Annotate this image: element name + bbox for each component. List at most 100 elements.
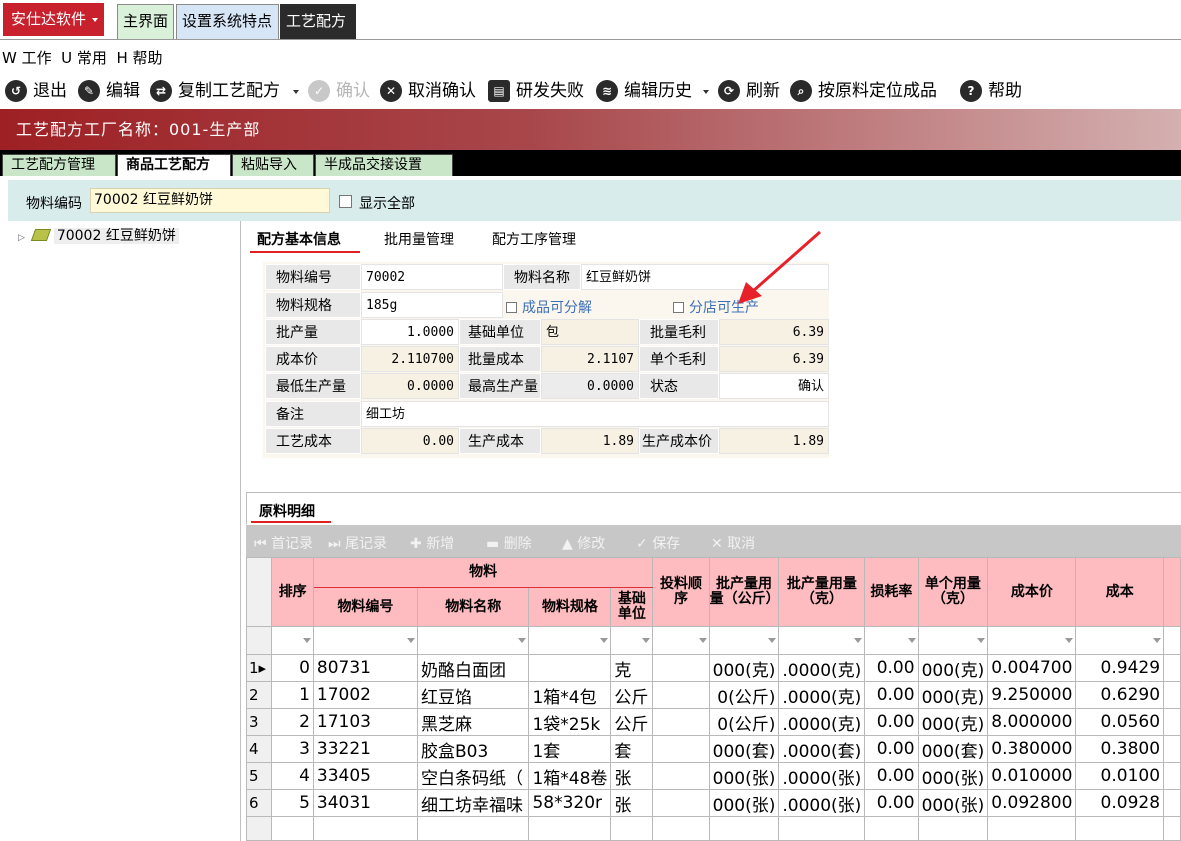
cost-cell[interactable]: 0.0560 <box>1075 708 1165 736</box>
loss-cell[interactable]: 0.00 <box>864 762 919 790</box>
table-row[interactable]: 4 3 33221 胶盒B03 1套套 000(套) .0000(套) 0.00 000(套) 0… <box>245 735 1181 763</box>
cost-price-field[interactable]: 2.110700 <box>361 346 459 372</box>
batch-kg-cell[interactable]: 000(张) <box>708 789 780 817</box>
order-cell[interactable] <box>652 735 710 763</box>
order-cell[interactable] <box>652 762 710 790</box>
min-qty-field[interactable]: 0.0000 <box>361 373 459 399</box>
cost-price-cell[interactable]: 0.010000 <box>987 762 1077 790</box>
loss-cell[interactable]: 0.00 <box>864 735 919 763</box>
batch-g-cell[interactable]: .0000(套) <box>778 735 866 763</box>
name-cell[interactable]: 细工坊幸福味 <box>416 789 530 817</box>
col-seq[interactable]: 排序 <box>271 557 314 627</box>
table-row[interactable]: 5 4 33405 空白条码纸（ 1箱*48卷张 000(张) .0000(张) 0.00 00… <box>245 762 1181 790</box>
col-code[interactable]: 物料编号 <box>312 587 418 627</box>
status-field[interactable]: 确认 <box>719 373 829 399</box>
batch-g-cell[interactable]: .0000(克) <box>778 654 866 682</box>
code-cell[interactable]: 34031 <box>312 789 418 817</box>
spec-field[interactable]: 185g <box>361 292 503 318</box>
batch-profit-field[interactable]: 6.39 <box>719 319 829 345</box>
add-button[interactable]: ✚ 新增 <box>410 533 454 553</box>
cost-cell[interactable]: 0.0100 <box>1075 762 1165 790</box>
col-cost-price[interactable]: 成本价 <box>987 557 1077 627</box>
tab-basic-info[interactable]: 配方基本信息 <box>257 229 341 249</box>
cost-price-cell[interactable]: 9.250000 <box>987 681 1077 709</box>
exit-button[interactable]: ↺ 退出 <box>5 76 71 106</box>
delete-button[interactable]: ▬ 删除 <box>486 533 532 553</box>
tab-system-settings[interactable]: 设置系统特点 <box>176 4 279 39</box>
seq-cell[interactable]: 5 <box>271 789 314 817</box>
col-spec[interactable]: 物料规格 <box>528 587 612 627</box>
col-batch-g[interactable]: 批产量用量（克） <box>778 557 866 627</box>
tab-semi-product-handover[interactable]: 半成品交接设置 <box>315 154 453 176</box>
filter-cell[interactable] <box>987 626 1077 655</box>
order-cell[interactable] <box>652 654 710 682</box>
unit-cell[interactable]: 克 <box>610 654 654 682</box>
save-button[interactable]: ✓ 保存 <box>636 533 680 553</box>
copy-recipe-button[interactable]: ⇄ 复制工艺配方 <box>150 76 302 106</box>
code-cell[interactable]: 33221 <box>312 735 418 763</box>
single-cell[interactable]: 000(张) <box>917 789 989 817</box>
col-unit[interactable]: 基础单位 <box>610 587 654 627</box>
tab-main[interactable]: 主界面 <box>117 4 174 39</box>
tab-process-steps[interactable]: 配方工序管理 <box>492 229 576 249</box>
material-code-input[interactable]: 70002 红豆鲜奶饼 <box>90 188 330 213</box>
modify-button[interactable]: ▲ 修改 <box>562 533 605 553</box>
table-row[interactable]: 3 2 17103 黑芝麻 1袋*25k 公斤 0(公斤) .0000(克) 0.00 000(克… <box>245 708 1181 736</box>
tab-process-recipe[interactable]: 工艺配方 <box>280 4 356 39</box>
menu-common[interactable]: U 常用 <box>61 49 107 67</box>
locate-by-material-button[interactable]: ⌕ 按原料定位成品 <box>790 76 946 106</box>
order-cell[interactable] <box>652 789 710 817</box>
batch-g-cell[interactable]: .0000(张) <box>778 789 866 817</box>
edit-history-button[interactable]: ≋ 编辑历史 <box>596 76 710 106</box>
cancel-button[interactable]: ✕ 取消 <box>711 533 755 553</box>
seq-cell[interactable]: 3 <box>271 735 314 763</box>
table-row[interactable]: 1▸ 0 80731 奶酪白面团克 000(克) .0000(克) 0.00 000(克) 0.… <box>245 654 1181 682</box>
cost-price-cell[interactable]: 0.380000 <box>987 735 1077 763</box>
unit-cell[interactable]: 公斤 <box>610 681 654 709</box>
seq-cell[interactable]: 4 <box>271 762 314 790</box>
grid-title[interactable]: 原料明细 <box>259 501 315 521</box>
rd-fail-button[interactable]: ▤ 研发失败 <box>488 76 590 106</box>
menu-help[interactable]: H 帮助 <box>116 49 162 67</box>
unit-cell[interactable]: 张 <box>610 762 654 790</box>
table-row[interactable]: 2 1 17002 红豆馅 1箱*4包 公斤 0(公斤) .0000(克) 0.00 000(克)… <box>245 681 1181 709</box>
single-cell[interactable]: 000(克) <box>917 654 989 682</box>
order-cell[interactable] <box>652 708 710 736</box>
batch-g-cell[interactable]: .0000(张) <box>778 762 866 790</box>
spec-cell[interactable]: 1袋*25k <box>528 708 612 736</box>
filter-cell[interactable] <box>652 626 710 655</box>
name-cell[interactable]: 胶盒B03 <box>416 735 530 763</box>
brand-menu-button[interactable]: 安仕达软件 <box>3 3 104 36</box>
filter-cell[interactable] <box>708 626 780 655</box>
base-unit-field[interactable]: 包 <box>541 319 639 345</box>
filter-cell[interactable] <box>917 626 989 655</box>
cost-price-cell[interactable]: 0.092800 <box>987 789 1077 817</box>
filter-cell[interactable] <box>778 626 866 655</box>
seq-cell[interactable]: 2 <box>271 708 314 736</box>
seq-cell[interactable]: 0 <box>271 654 314 682</box>
loss-cell[interactable]: 0.00 <box>864 654 919 682</box>
loss-cell[interactable]: 0.00 <box>864 789 919 817</box>
cost-cell[interactable]: 0.0928 <box>1075 789 1165 817</box>
confirm-button[interactable]: ✓ 确认 <box>308 76 374 106</box>
filter-cell[interactable] <box>864 626 919 655</box>
col-batch-kg[interactable]: 批产量用量（公斤） <box>708 557 780 627</box>
batch-kg-cell[interactable]: 000(套) <box>708 735 780 763</box>
code-field[interactable]: 70002 <box>361 264 503 290</box>
batch-kg-cell[interactable]: 000(克) <box>708 654 780 682</box>
unit-cell[interactable]: 张 <box>610 789 654 817</box>
batch-g-cell[interactable]: .0000(克) <box>778 708 866 736</box>
help-button[interactable]: ? 帮助 <box>960 76 1026 106</box>
cost-price-cell[interactable]: 8.000000 <box>987 708 1077 736</box>
col-cost[interactable]: 成本 <box>1075 557 1165 627</box>
batch-kg-cell[interactable]: 0(公斤) <box>708 681 780 709</box>
col-single[interactable]: 单个用量（克） <box>917 557 989 627</box>
prod-cost-price-field[interactable]: 1.89 <box>719 428 829 454</box>
name-cell[interactable]: 红豆馅 <box>416 681 530 709</box>
batch-qty-field[interactable]: 1.0000 <box>361 319 459 345</box>
filter-cell[interactable] <box>416 626 530 655</box>
single-cell[interactable]: 000(克) <box>917 708 989 736</box>
cost-price-cell[interactable]: 0.004700 <box>987 654 1077 682</box>
unit-profit-field[interactable]: 6.39 <box>719 346 829 372</box>
filter-cell[interactable] <box>271 626 314 655</box>
